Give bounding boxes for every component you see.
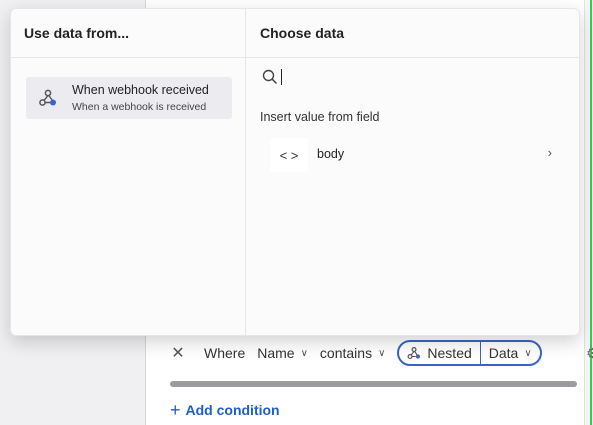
- header-divider: [11, 57, 579, 58]
- chevron-down-icon: ∨: [300, 347, 308, 359]
- where-label: Where: [204, 345, 246, 361]
- value-pill[interactable]: Nested Data ∨: [397, 340, 542, 366]
- source-item-subtitle: When a webhook is received: [72, 101, 207, 113]
- add-condition-button[interactable]: + Add condition: [170, 400, 280, 420]
- operator-select-value: contains: [319, 345, 373, 361]
- chevron-down-icon: ∨: [378, 347, 386, 359]
- field-item-body[interactable]: < > body ›: [264, 134, 562, 176]
- value-pill-primary: Nested: [427, 345, 472, 361]
- search-icon: [262, 69, 278, 85]
- data-search: [262, 65, 562, 89]
- data-picker-popup: Use data from... Choose data When webhoo…: [10, 8, 580, 336]
- text-caret: [281, 69, 282, 85]
- value-pill-secondary: Data: [488, 345, 519, 361]
- data-column-title: Choose data: [260, 25, 345, 41]
- plus-icon: +: [170, 400, 181, 420]
- gear-icon[interactable]: ⚙: [586, 345, 593, 362]
- add-condition-label: Add condition: [185, 402, 280, 418]
- field-item-label: body: [317, 147, 345, 161]
- field-select-value: Name: [257, 345, 295, 361]
- horizontal-scrollbar[interactable]: [170, 381, 577, 387]
- remove-condition-button[interactable]: ✕: [168, 343, 188, 363]
- code-icon: < >: [270, 138, 308, 172]
- source-item-title: When webhook received: [72, 83, 209, 97]
- webhook-icon: [407, 346, 421, 360]
- field-section-label: Insert value from field: [260, 110, 380, 124]
- filter-condition-row: ✕ Where Name ∨ contains ∨ Nested Data ∨: [168, 338, 542, 368]
- chevron-right-icon: ›: [547, 145, 552, 160]
- value-pill-divider: [479, 342, 481, 364]
- source-item-webhook[interactable]: When webhook received When a webhook is …: [26, 77, 232, 119]
- webhook-icon: [39, 89, 56, 106]
- search-input[interactable]: [286, 69, 546, 85]
- chevron-down-icon: ∨: [524, 347, 532, 359]
- operator-select[interactable]: contains ∨: [320, 345, 385, 361]
- source-column-title: Use data from...: [24, 25, 130, 41]
- field-select[interactable]: Name ∨: [257, 345, 308, 361]
